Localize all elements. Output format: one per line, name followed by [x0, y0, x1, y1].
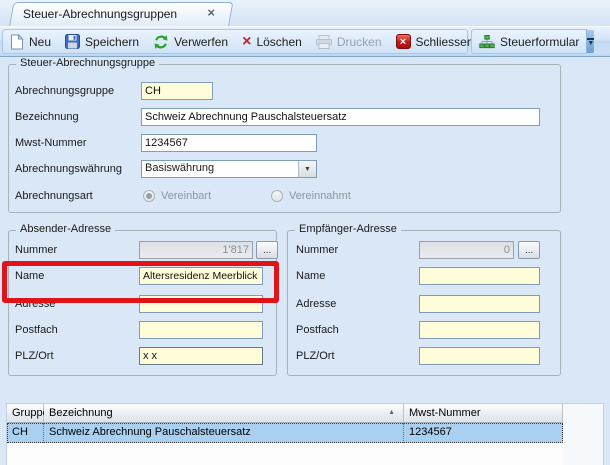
tab-title: Steuer-Abrechnungsgruppen — [23, 7, 178, 21]
groupbox-title: Empfänger-Adresse — [295, 223, 401, 235]
save-floppy-icon — [65, 34, 81, 49]
empfaenger-browse-button[interactable]: ... — [518, 241, 540, 259]
column-header-bezeichnung[interactable]: Bezeichnung ▲ — [44, 404, 404, 423]
empfaenger-postfach-label: Postfach — [296, 324, 339, 336]
loeschen-button[interactable]: × Löschen — [235, 30, 309, 53]
empfaenger-plz-ort-label: PLZ/Ort — [296, 350, 335, 362]
toolbar-group-steuerformular: Steuerformular ▼ — [471, 29, 595, 54]
printer-icon — [315, 34, 332, 49]
cell-bezeichnung: Schweiz Abrechnung Pauschalsteuersatz — [49, 426, 251, 438]
absender-plz-ort-input[interactable] — [139, 347, 263, 365]
toolbar-group-main: Neu Speichern Verwerfen × Löschen Drucke… — [2, 29, 489, 54]
empfaenger-name-input[interactable] — [419, 267, 540, 285]
groupbox-absender-adresse: Absender-Adresse Nummer ... Name Adresse… — [8, 223, 278, 376]
neu-button[interactable]: Neu — [3, 30, 58, 53]
groupbox-steuer-abrechnungsgruppe: Steuer-Abrechnungsgruppe Abrechnungsgrup… — [8, 57, 561, 213]
absender-plz-ort-label: PLZ/Ort — [15, 350, 54, 362]
grid-columns-area: Gruppe Bezeichnung ▲ Mwst-Nummer CH Schw… — [7, 404, 563, 465]
mwst-nummer-input[interactable] — [141, 134, 317, 152]
sort-ascending-icon: ▲ — [388, 409, 395, 416]
toolbar: Neu Speichern Verwerfen × Löschen Drucke… — [0, 26, 610, 57]
cell-gruppe: CH — [12, 426, 28, 438]
mwst-nummer-label: Mwst-Nummer — [15, 137, 87, 149]
speichern-label: Speichern — [85, 34, 140, 49]
bezeichnung-input[interactable] — [141, 108, 540, 126]
grid-row-selected[interactable]: CH Schweiz Abrechnung Pauschalsteuersatz… — [7, 423, 563, 443]
column-header-mwst-nummer[interactable]: Mwst-Nummer — [404, 404, 563, 423]
close-box-icon: × — [395, 34, 411, 49]
toolbar-overflow-button-2[interactable]: ▼ — [586, 30, 595, 53]
verwerfen-button[interactable]: Verwerfen — [146, 30, 235, 53]
empfaenger-postfach-input[interactable] — [419, 321, 540, 339]
empfaenger-name-label: Name — [296, 270, 326, 282]
absender-postfach-input[interactable] — [139, 321, 263, 339]
speichern-button[interactable]: Speichern — [58, 30, 146, 53]
chevron-down-icon: ▼ — [304, 165, 311, 173]
neu-label: Neu — [29, 34, 52, 49]
absender-adresse-label: Adresse — [15, 298, 56, 310]
drucken-label: Drucken — [336, 34, 382, 49]
empfaenger-nummer-label: Nummer — [296, 244, 339, 256]
empfaenger-nummer-input[interactable] — [419, 241, 514, 259]
tab-strip: Steuer-Abrechnungsgruppen × — [0, 0, 610, 27]
abrechnungsart-label: Abrechnungsart — [15, 190, 93, 202]
steuerformular-button[interactable]: Steuerformular — [472, 30, 586, 53]
cell-mwst-nummer: 1234567 — [409, 426, 452, 438]
loeschen-label: Löschen — [256, 34, 302, 49]
radio-vereinnahmt-label: Vereinnahmt — [289, 190, 351, 202]
verwerfen-label: Verwerfen — [174, 34, 229, 49]
schliessen-button[interactable]: × Schliessen — [389, 30, 481, 53]
drucken-button[interactable]: Drucken — [309, 30, 389, 53]
header-label: Bezeichnung — [49, 407, 113, 419]
cell-separator — [403, 423, 404, 443]
abrechnungsgruppe-input[interactable] — [141, 82, 213, 100]
absender-nummer-label: Nummer — [15, 244, 58, 256]
abrechnungswaehrung-label: Abrechnungswährung — [15, 163, 123, 175]
absender-name-label: Name — [15, 270, 45, 282]
new-document-icon — [11, 33, 24, 49]
tab-close-icon[interactable]: × — [207, 5, 215, 20]
application-window: Steuer-Abrechnungsgruppen × Neu Speicher… — [0, 0, 610, 465]
delete-x-icon: × — [242, 32, 252, 50]
groupbox-empfaenger-adresse: Empfänger-Adresse Nummer ... Name Adress… — [287, 223, 561, 376]
results-grid: Gruppe Bezeichnung ▲ Mwst-Nummer CH Schw… — [6, 403, 604, 465]
chevron-down-icon: ▼ — [587, 39, 595, 47]
bezeichnung-label: Bezeichnung — [15, 111, 79, 123]
schliessen-label: Schliessen — [415, 34, 474, 49]
abrechnungsgruppe-label: Abrechnungsgruppe — [15, 85, 115, 97]
steuerformular-label: Steuerformular — [500, 34, 580, 49]
discard-refresh-icon — [154, 34, 168, 49]
combobox-dropdown-button[interactable]: ▼ — [298, 161, 316, 177]
radio-vereinbart[interactable] — [143, 190, 155, 202]
absender-nummer-input[interactable] — [139, 241, 253, 259]
empfaenger-plz-ort-input[interactable] — [419, 347, 540, 365]
absender-browse-button[interactable]: ... — [256, 241, 278, 259]
cell-separator — [43, 423, 44, 443]
tab-steuer-abrechnungsgruppen[interactable]: Steuer-Abrechnungsgruppen × — [9, 2, 234, 27]
combobox-selected-value: Basiswährung — [145, 162, 215, 174]
radio-vereinbart-label: Vereinbart — [161, 190, 212, 202]
column-header-gruppe[interactable]: Gruppe — [7, 404, 49, 423]
empfaenger-adresse-label: Adresse — [296, 298, 337, 310]
groupbox-title: Absender-Adresse — [16, 223, 116, 235]
empfaenger-adresse-input[interactable] — [419, 295, 540, 313]
org-chart-icon — [479, 34, 495, 48]
abrechnungswaehrung-combobox[interactable]: Basiswährung ▼ — [141, 160, 317, 178]
absender-adresse-input[interactable] — [139, 295, 263, 313]
absender-postfach-label: Postfach — [15, 324, 58, 336]
header-label: Mwst-Nummer — [409, 407, 481, 419]
groupbox-title: Steuer-Abrechnungsgruppe — [16, 57, 160, 69]
absender-name-input[interactable] — [139, 267, 263, 285]
radio-vereinnahmt[interactable] — [271, 190, 283, 202]
